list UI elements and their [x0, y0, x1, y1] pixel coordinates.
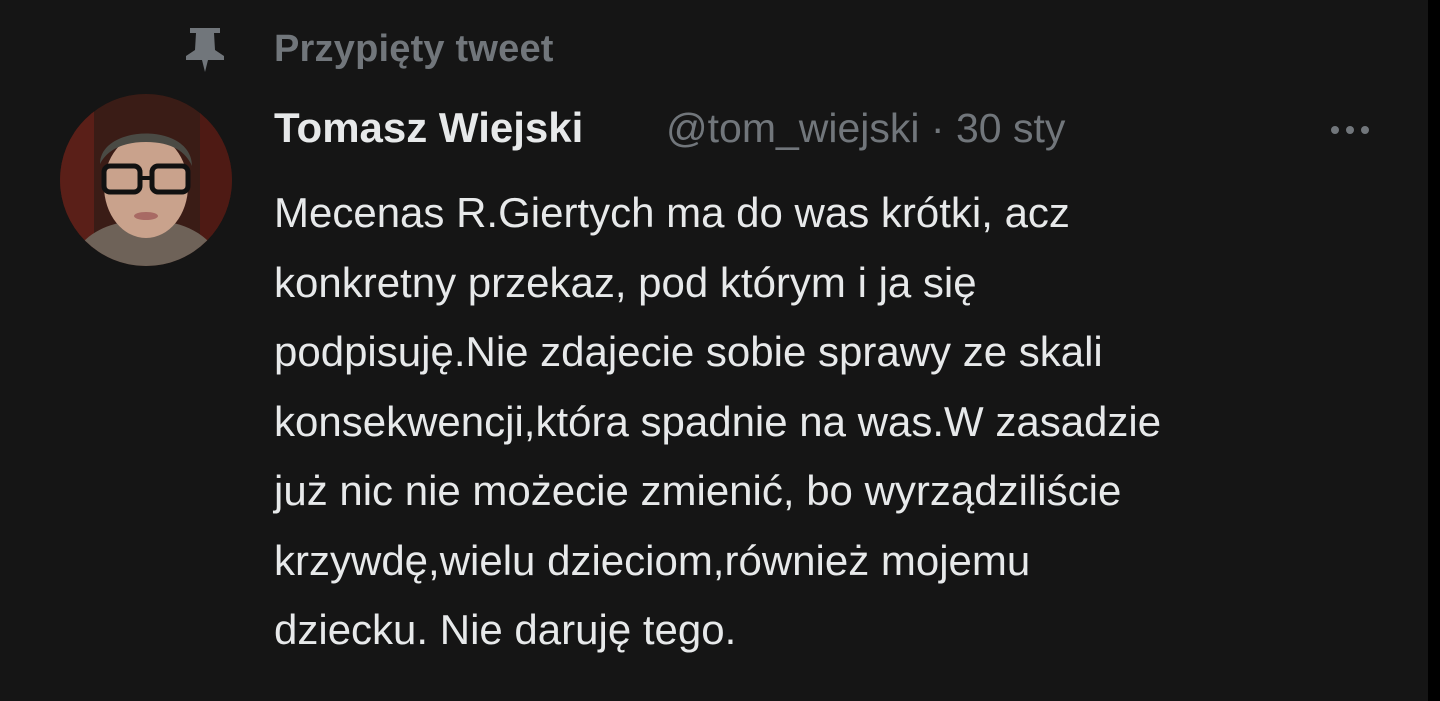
tweet-text-line: Mecenas R.Giertych ma do was krótki, acz — [274, 189, 1070, 236]
author-name[interactable]: Tomasz Wiejski — [274, 104, 583, 152]
author-handle[interactable]: @tom_wiejski — [666, 105, 920, 151]
tweet-text-line: już nic nie możecie zmienić, bo wyrządzi… — [274, 467, 1122, 514]
more-horizontal-icon — [1361, 126, 1369, 134]
tweet-date[interactable]: 30 sty — [956, 105, 1065, 151]
tweet-text-line: dziecku. Nie daruję tego. — [274, 606, 737, 653]
tweet-container: Przypięty tweet Tomasz Wiejski @tom_wiej… — [0, 0, 1428, 701]
tweet-header: Tomasz Wiejski @tom_wiejski · 30 sty — [274, 100, 1384, 160]
tweet-text-line: konkretny przekaz, pod którym i ja się — [274, 258, 977, 306]
more-horizontal-icon — [1346, 126, 1354, 134]
more-horizontal-icon — [1331, 126, 1339, 134]
tweet-meta: @tom_wiejski · 30 sty — [666, 105, 1065, 152]
pinned-label: Przypięty tweet — [274, 28, 554, 70]
meta-separator: · — [930, 105, 945, 151]
tweet-text: Mecenas R.Giertych ma do was krótki, acz… — [274, 178, 1414, 665]
tweet-text-line: krzywdę,wielu dzieciom,również mojemu — [274, 536, 1031, 584]
avatar[interactable] — [60, 94, 232, 266]
pinned-indicator: Przypięty tweet — [0, 22, 900, 78]
more-options-button[interactable] — [1318, 110, 1382, 150]
tweet-text-line: podpisuję.Nie zdajecie sobie sprawy ze s… — [274, 328, 1103, 375]
tweet-text-line: konsekwencji,która spadnie na was.W zasa… — [274, 397, 1162, 445]
pin-icon — [182, 26, 228, 74]
